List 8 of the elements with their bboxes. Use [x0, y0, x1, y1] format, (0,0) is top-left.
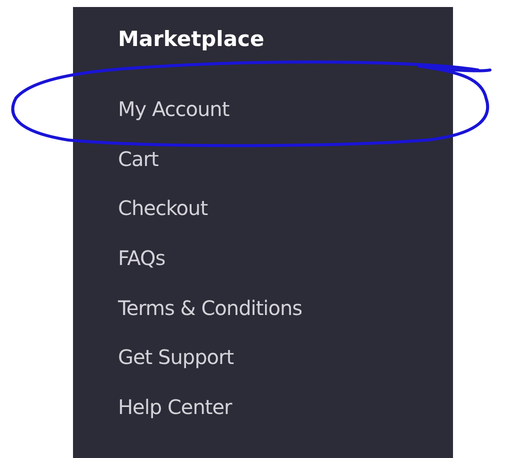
menu-link[interactable]: Get Support — [118, 344, 234, 394]
menu-link[interactable]: Help Center — [118, 394, 232, 444]
menu-link[interactable]: FAQs — [118, 245, 166, 295]
menu-title: Marketplace — [118, 27, 264, 53]
menu-link[interactable]: Cart — [118, 146, 158, 196]
menu-link[interactable]: Checkout — [118, 195, 208, 246]
menu-link[interactable]: My Account — [118, 96, 230, 146]
menu-link[interactable]: Terms & Conditions — [118, 294, 302, 344]
